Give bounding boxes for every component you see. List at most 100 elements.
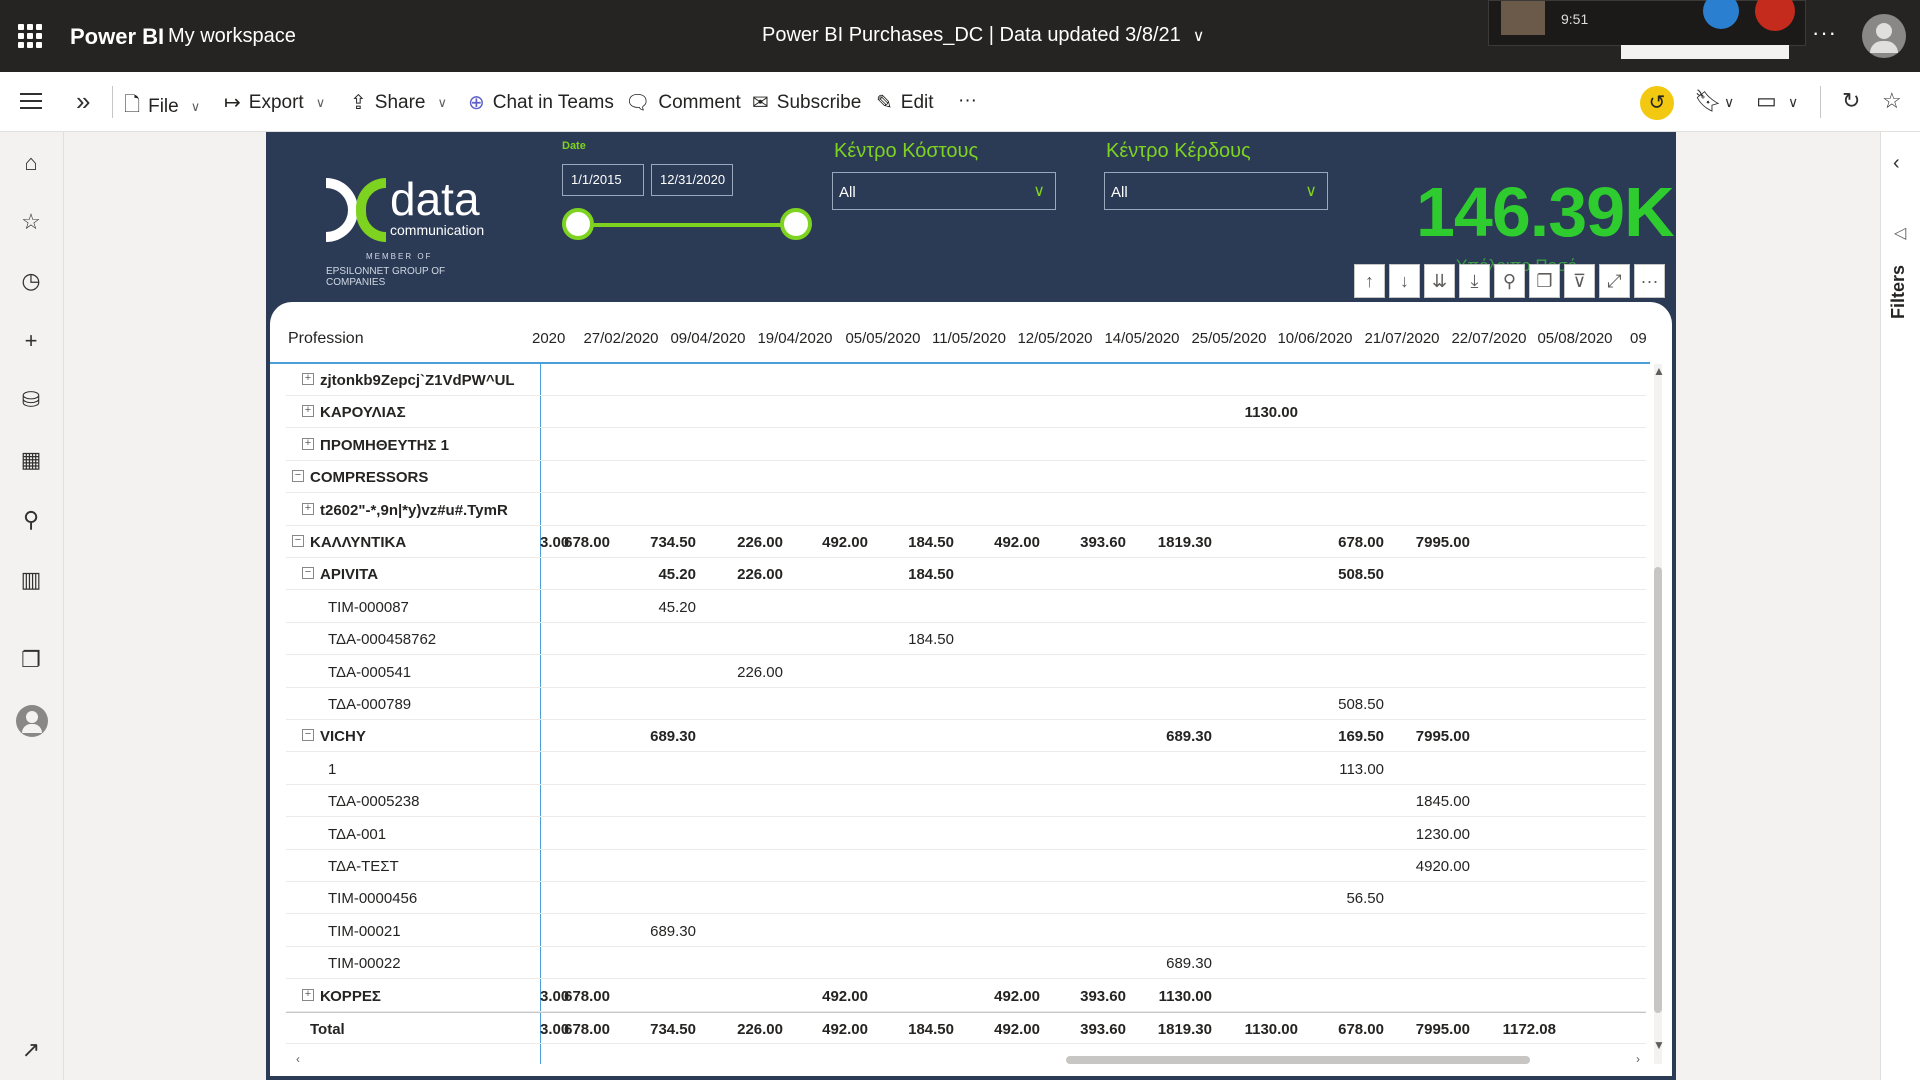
more-actions-button[interactable]: ···: [958, 90, 977, 112]
column-header[interactable]: 27/02/2020: [579, 330, 663, 347]
pin-icon[interactable]: ⚲: [1494, 264, 1525, 298]
drill-down-icon[interactable]: ↓: [1389, 264, 1420, 298]
view-icon[interactable]: ▭: [1756, 88, 1777, 114]
table-row[interactable]: ΤΙΜ-000087 45.20: [286, 591, 1646, 623]
collapse-row-icon[interactable]: −: [302, 729, 314, 742]
expand-level-icon[interactable]: ⤓: [1459, 264, 1490, 298]
scroll-down-icon[interactable]: ▼: [1653, 1038, 1665, 1052]
filters-visibility-icon[interactable]: ◁: [1894, 223, 1906, 243]
scroll-right-icon[interactable]: ›: [1636, 1052, 1640, 1066]
favorites-icon[interactable]: ☆: [18, 209, 44, 235]
workspace-link[interactable]: My workspace: [168, 25, 296, 48]
table-row[interactable]: ΤΔΑ-001 1230.00: [286, 818, 1646, 850]
vertical-scroll-thumb[interactable]: [1654, 567, 1662, 1013]
column-header[interactable]: 10/06/2020: [1273, 330, 1357, 347]
table-row[interactable]: ΤΔΑ-000789 508.50: [286, 688, 1646, 720]
refresh-icon[interactable]: ↻: [1842, 88, 1860, 114]
chat-in-teams-button[interactable]: ⊕ Chat in Teams: [468, 90, 614, 115]
expand-row-icon[interactable]: +: [302, 405, 314, 418]
recent-icon[interactable]: ◷: [18, 268, 44, 294]
table-row[interactable]: + ΚΟΡΡΕΣ 3.00 678.00 492.00 492.00 393.60 1130.…: [286, 980, 1646, 1012]
file-menu[interactable]: 🗋 File ∨: [124, 90, 200, 124]
filters-label[interactable]: Filters: [1888, 265, 1909, 319]
column-header[interactable]: 22/07/2020: [1447, 330, 1531, 347]
scroll-up-icon[interactable]: ▲: [1653, 364, 1665, 378]
apps-icon[interactable]: ⚲: [18, 507, 44, 533]
favorite-star-icon[interactable]: ☆: [1882, 88, 1902, 114]
horizontal-scroll-thumb[interactable]: [1066, 1056, 1530, 1064]
expand-row-icon[interactable]: +: [302, 502, 314, 515]
app-launcher-icon[interactable]: [18, 24, 42, 48]
brand-name[interactable]: Power BI: [70, 24, 164, 50]
next-level-icon[interactable]: ⇊: [1424, 264, 1455, 298]
reset-icon[interactable]: ↺: [1640, 86, 1674, 120]
comment-button[interactable]: 🗨 Comment: [625, 90, 741, 115]
copy-icon[interactable]: ❐: [1529, 264, 1560, 298]
chevron-down-icon[interactable]: ∨: [1724, 94, 1734, 111]
chevron-down-icon[interactable]: ∨: [1193, 28, 1205, 45]
filter-icon[interactable]: ⊽: [1564, 264, 1595, 298]
report-title[interactable]: Power BI Purchases_DC | Data updated 3/8…: [762, 24, 1205, 47]
hang-up-icon[interactable]: [1755, 0, 1795, 31]
more-options-icon[interactable]: ···: [1634, 264, 1665, 298]
table-row[interactable]: ΤΙΜ-00022 689.30: [286, 947, 1646, 980]
learn-icon[interactable]: ▥: [18, 567, 44, 593]
column-header[interactable]: 05/05/2020: [841, 330, 925, 347]
slider-end-handle[interactable]: [780, 208, 812, 240]
date-end-input[interactable]: 12/31/2020: [651, 164, 733, 196]
expand-nav-icon[interactable]: »: [76, 86, 90, 117]
table-row[interactable]: − COMPRESSORS: [286, 461, 1646, 494]
export-menu[interactable]: ↦ Export ∨: [224, 90, 325, 115]
microphone-icon[interactable]: [1703, 0, 1739, 29]
cost-center-dropdown[interactable]: All ∨: [832, 172, 1056, 210]
date-start-input[interactable]: 1/1/2015: [562, 164, 644, 196]
account-avatar[interactable]: [1862, 14, 1906, 58]
column-header[interactable]: 19/04/2020: [753, 330, 837, 347]
create-icon[interactable]: +: [18, 328, 44, 354]
datasets-icon[interactable]: ⛁: [18, 387, 44, 413]
column-header[interactable]: 09/04/2020: [666, 330, 750, 347]
collapse-filters-icon[interactable]: ‹: [1893, 152, 1900, 175]
scroll-left-icon[interactable]: ‹: [296, 1052, 300, 1066]
edit-button[interactable]: ✎ Edit: [876, 90, 934, 115]
table-row[interactable]: − APIVITA 45.20 226.00 184.50 508.50: [286, 558, 1646, 591]
drill-up-icon[interactable]: ↑: [1354, 264, 1385, 298]
column-header[interactable]: 25/05/2020: [1187, 330, 1271, 347]
table-row[interactable]: 1 113.00: [286, 753, 1646, 785]
bookmark-icon[interactable]: 🔖︎: [1694, 88, 1722, 114]
table-row[interactable]: ΤΔΑ-0005238 1845.00: [286, 785, 1646, 818]
collapse-row-icon[interactable]: −: [292, 470, 304, 483]
expand-row-icon[interactable]: +: [302, 988, 314, 1001]
goals-icon[interactable]: ▦: [18, 447, 44, 473]
my-workspace-avatar[interactable]: [16, 705, 48, 737]
table-row[interactable]: + t2602"-*,9n|*y)vz#u#.TymR: [286, 494, 1646, 526]
table-row[interactable]: ΤΙΜ-0000456 56.50: [286, 882, 1646, 915]
table-row[interactable]: + zjtonkb9Zepcj`Z1VdPW^UL: [286, 364, 1646, 396]
column-header[interactable]: 12/05/2020: [1013, 330, 1097, 347]
slider-start-handle[interactable]: [562, 208, 594, 240]
hamburger-menu-icon[interactable]: [20, 93, 42, 114]
table-row[interactable]: − VICHY 689.30 689.30 169.50 7995.00: [286, 720, 1646, 753]
table-row[interactable]: ΤΔΑ-000541 226.00: [286, 656, 1646, 688]
table-row[interactable]: ΤΙΜ-00021 689.30: [286, 915, 1646, 947]
home-icon[interactable]: ⌂: [18, 150, 44, 176]
share-menu[interactable]: ⇪ Share ∨: [350, 90, 447, 115]
date-range-slider[interactable]: [582, 223, 798, 227]
table-row[interactable]: ΤΔΑ-ΤΕΣΤ 4920.00: [286, 850, 1646, 882]
more-options-icon[interactable]: ···: [1812, 20, 1837, 46]
column-header[interactable]: 05/08/2020: [1533, 330, 1617, 347]
chevron-down-icon[interactable]: ∨: [1788, 94, 1798, 111]
column-header[interactable]: 14/05/2020: [1100, 330, 1184, 347]
table-row[interactable]: + ΚΑΡΟΥΛΙΑΣ 1130.00: [286, 396, 1646, 429]
workspaces-icon[interactable]: ❐: [18, 647, 44, 673]
table-row[interactable]: + ΠΡΟΜΗΘΕΥΤΗΣ 1: [286, 429, 1646, 461]
collapse-row-icon[interactable]: −: [302, 567, 314, 580]
open-external-icon[interactable]: ↗: [18, 1037, 44, 1063]
table-row[interactable]: − ΚΑΛΛΥΝΤΙΚΑ 3.00 678.00 734.50 226.00 492.00 1…: [286, 526, 1646, 558]
table-row[interactable]: ΤΔΑ-000458762 184.50: [286, 623, 1646, 656]
column-header[interactable]: 21/07/2020: [1360, 330, 1444, 347]
expand-row-icon[interactable]: +: [302, 437, 314, 450]
total-row[interactable]: Total 3.00 678.00 734.50 226.00 492.00 184.50 4…: [286, 1012, 1646, 1044]
column-header[interactable]: 2020: [532, 330, 568, 347]
profit-center-dropdown[interactable]: All ∨: [1104, 172, 1328, 210]
